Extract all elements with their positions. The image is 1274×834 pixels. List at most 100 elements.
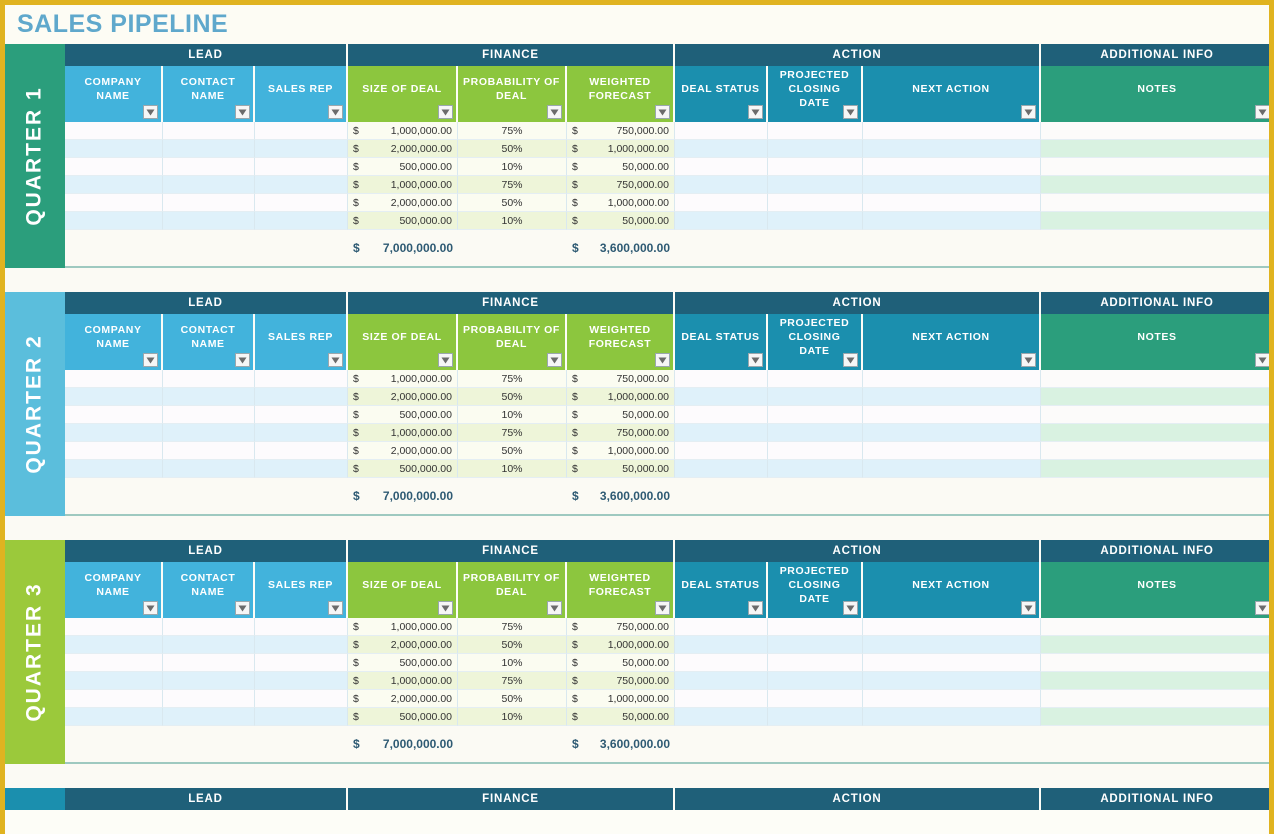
- cell-next_action[interactable]: [863, 212, 1041, 230]
- column-header-deal_status[interactable]: DEAL STATUS: [675, 562, 768, 618]
- cell-next_action[interactable]: [863, 654, 1041, 672]
- cell-weighted[interactable]: $1,000,000.00: [567, 442, 675, 460]
- cell-next_action[interactable]: [863, 618, 1041, 636]
- cell-probability[interactable]: 75%: [458, 370, 567, 388]
- cell-probability[interactable]: 50%: [458, 690, 567, 708]
- cell-contact_name[interactable]: [163, 636, 255, 654]
- filter-dropdown-icon-deal_status[interactable]: [748, 353, 763, 367]
- column-header-company_name[interactable]: COMPANY NAME: [65, 314, 163, 370]
- cell-weighted[interactable]: $1,000,000.00: [567, 690, 675, 708]
- filter-dropdown-icon-notes[interactable]: [1255, 353, 1269, 367]
- filter-dropdown-icon-notes[interactable]: [1255, 105, 1269, 119]
- cell-deal_status[interactable]: [675, 140, 768, 158]
- filter-dropdown-icon-deal_status[interactable]: [748, 105, 763, 119]
- cell-weighted[interactable]: $1,000,000.00: [567, 194, 675, 212]
- table-row[interactable]: $2,000,000.00 50% $1,000,000.00: [65, 442, 1269, 460]
- filter-dropdown-icon-sales_rep[interactable]: [328, 601, 343, 615]
- cell-company_name[interactable]: [65, 176, 163, 194]
- cell-sales_rep[interactable]: [255, 636, 348, 654]
- cell-next_action[interactable]: [863, 406, 1041, 424]
- filter-dropdown-icon-probability[interactable]: [547, 601, 562, 615]
- cell-weighted[interactable]: $1,000,000.00: [567, 140, 675, 158]
- cell-weighted[interactable]: $1,000,000.00: [567, 636, 675, 654]
- cell-weighted[interactable]: $750,000.00: [567, 370, 675, 388]
- filter-dropdown-icon-company_name[interactable]: [143, 105, 158, 119]
- cell-sales_rep[interactable]: [255, 176, 348, 194]
- cell-contact_name[interactable]: [163, 388, 255, 406]
- column-header-probability[interactable]: PROBABILITY OF DEAL: [458, 314, 567, 370]
- table-row[interactable]: $1,000,000.00 75% $750,000.00: [65, 672, 1269, 690]
- cell-next_action[interactable]: [863, 370, 1041, 388]
- filter-dropdown-icon-size_of_deal[interactable]: [438, 601, 453, 615]
- cell-sales_rep[interactable]: [255, 690, 348, 708]
- filter-dropdown-icon-weighted[interactable]: [655, 601, 670, 615]
- column-header-company_name[interactable]: COMPANY NAME: [65, 562, 163, 618]
- table-row[interactable]: $1,000,000.00 75% $750,000.00: [65, 424, 1269, 442]
- cell-probability[interactable]: 10%: [458, 158, 567, 176]
- column-header-notes[interactable]: NOTES: [1041, 562, 1269, 618]
- cell-contact_name[interactable]: [163, 690, 255, 708]
- cell-next_action[interactable]: [863, 460, 1041, 478]
- cell-probability[interactable]: 75%: [458, 176, 567, 194]
- filter-dropdown-icon-size_of_deal[interactable]: [438, 105, 453, 119]
- cell-company_name[interactable]: [65, 672, 163, 690]
- cell-sales_rep[interactable]: [255, 388, 348, 406]
- cell-deal_status[interactable]: [675, 194, 768, 212]
- cell-notes[interactable]: [1041, 140, 1269, 158]
- cell-closing_date[interactable]: [768, 122, 863, 140]
- column-header-contact_name[interactable]: CONTACT NAME: [163, 66, 255, 122]
- cell-size_of_deal[interactable]: $500,000.00: [348, 158, 458, 176]
- quarter-tab-q2[interactable]: QUARTER 2: [5, 292, 65, 516]
- column-header-sales_rep[interactable]: SALES REP: [255, 562, 348, 618]
- cell-weighted[interactable]: $750,000.00: [567, 122, 675, 140]
- column-header-size_of_deal[interactable]: SIZE OF DEAL: [348, 562, 458, 618]
- table-row[interactable]: $500,000.00 10% $50,000.00: [65, 212, 1269, 230]
- cell-closing_date[interactable]: [768, 618, 863, 636]
- cell-size_of_deal[interactable]: $500,000.00: [348, 212, 458, 230]
- cell-contact_name[interactable]: [163, 618, 255, 636]
- cell-notes[interactable]: [1041, 424, 1269, 442]
- cell-deal_status[interactable]: [675, 176, 768, 194]
- cell-probability[interactable]: 75%: [458, 672, 567, 690]
- table-row[interactable]: $2,000,000.00 50% $1,000,000.00: [65, 388, 1269, 406]
- cell-contact_name[interactable]: [163, 176, 255, 194]
- column-header-contact_name[interactable]: CONTACT NAME: [163, 314, 255, 370]
- cell-next_action[interactable]: [863, 140, 1041, 158]
- cell-weighted[interactable]: $50,000.00: [567, 406, 675, 424]
- cell-probability[interactable]: 75%: [458, 122, 567, 140]
- filter-dropdown-icon-next_action[interactable]: [1021, 353, 1036, 367]
- quarter-tab-q1[interactable]: QUARTER 1: [5, 44, 65, 268]
- cell-company_name[interactable]: [65, 460, 163, 478]
- cell-closing_date[interactable]: [768, 424, 863, 442]
- column-header-closing_date[interactable]: PROJECTED CLOSING DATE: [768, 562, 863, 618]
- column-header-weighted[interactable]: WEIGHTED FORECAST: [567, 66, 675, 122]
- cell-company_name[interactable]: [65, 212, 163, 230]
- cell-weighted[interactable]: $50,000.00: [567, 708, 675, 726]
- cell-deal_status[interactable]: [675, 690, 768, 708]
- column-header-deal_status[interactable]: DEAL STATUS: [675, 314, 768, 370]
- cell-notes[interactable]: [1041, 370, 1269, 388]
- cell-contact_name[interactable]: [163, 708, 255, 726]
- cell-weighted[interactable]: $1,000,000.00: [567, 388, 675, 406]
- cell-company_name[interactable]: [65, 194, 163, 212]
- column-header-notes[interactable]: NOTES: [1041, 314, 1269, 370]
- cell-company_name[interactable]: [65, 158, 163, 176]
- filter-dropdown-icon-probability[interactable]: [547, 105, 562, 119]
- cell-probability[interactable]: 50%: [458, 140, 567, 158]
- cell-closing_date[interactable]: [768, 194, 863, 212]
- cell-deal_status[interactable]: [675, 618, 768, 636]
- cell-probability[interactable]: 50%: [458, 636, 567, 654]
- cell-notes[interactable]: [1041, 708, 1269, 726]
- filter-dropdown-icon-sales_rep[interactable]: [328, 105, 343, 119]
- table-row[interactable]: $1,000,000.00 75% $750,000.00: [65, 618, 1269, 636]
- cell-contact_name[interactable]: [163, 406, 255, 424]
- cell-contact_name[interactable]: [163, 194, 255, 212]
- cell-deal_status[interactable]: [675, 636, 768, 654]
- cell-deal_status[interactable]: [675, 388, 768, 406]
- cell-contact_name[interactable]: [163, 158, 255, 176]
- cell-size_of_deal[interactable]: $2,000,000.00: [348, 388, 458, 406]
- cell-notes[interactable]: [1041, 672, 1269, 690]
- cell-probability[interactable]: 75%: [458, 618, 567, 636]
- cell-closing_date[interactable]: [768, 636, 863, 654]
- cell-notes[interactable]: [1041, 122, 1269, 140]
